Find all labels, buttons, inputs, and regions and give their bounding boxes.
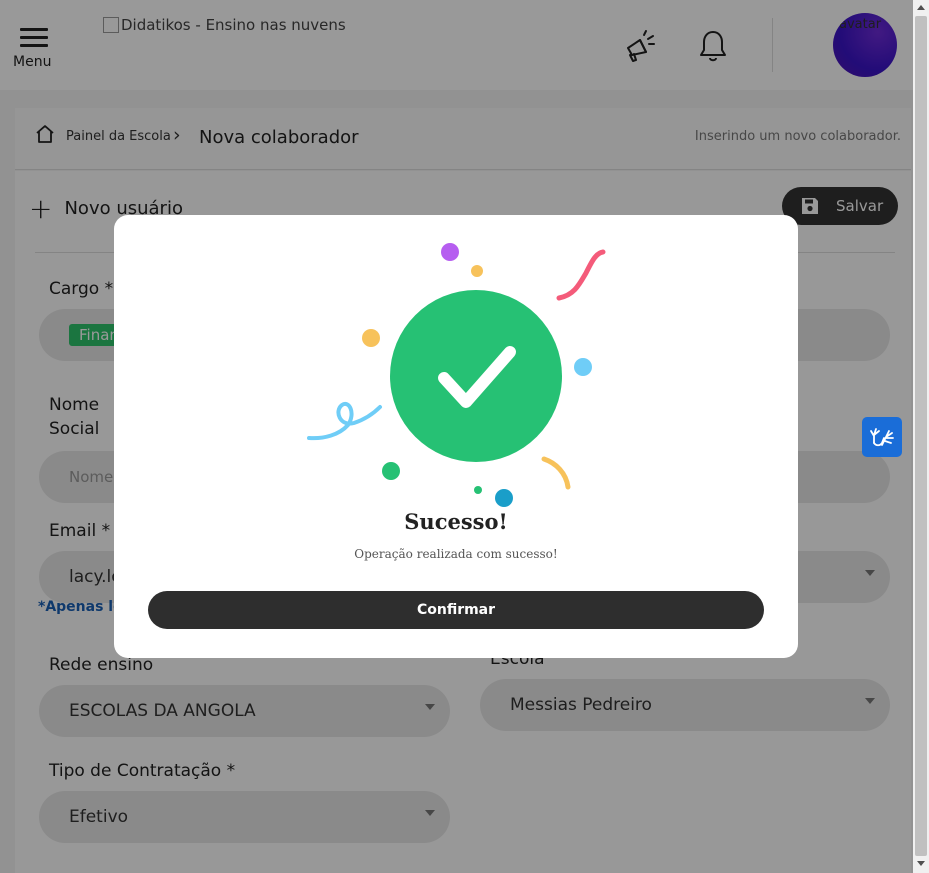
sign-language-icon	[870, 428, 894, 447]
scrollbar-thumb[interactable]	[915, 16, 927, 856]
modal-title: Sucesso!	[404, 509, 508, 534]
confetti-ribbon	[307, 401, 382, 441]
success-modal: Sucesso! Operação realizada com sucesso!…	[114, 215, 798, 658]
success-circle	[390, 290, 562, 462]
confetti-dot	[495, 489, 513, 507]
confetti-dot	[382, 462, 400, 480]
confetti-dot	[362, 329, 380, 347]
confetti-dot	[441, 243, 459, 261]
success-illustration	[307, 243, 606, 507]
modal-message: Operação realizada com sucesso!	[354, 547, 558, 561]
confetti-dot	[474, 486, 482, 494]
confetti-ribbon	[556, 249, 606, 301]
confetti-ribbon	[541, 456, 571, 490]
scroll-up-arrow[interactable]	[917, 5, 925, 10]
confetti-dot	[574, 358, 592, 376]
confirm-button[interactable]: Confirmar	[148, 591, 764, 629]
scrollbar[interactable]	[913, 0, 929, 873]
confetti-dot	[471, 265, 483, 277]
scroll-down-arrow[interactable]	[917, 861, 925, 866]
sign-language-button[interactable]	[862, 417, 902, 457]
